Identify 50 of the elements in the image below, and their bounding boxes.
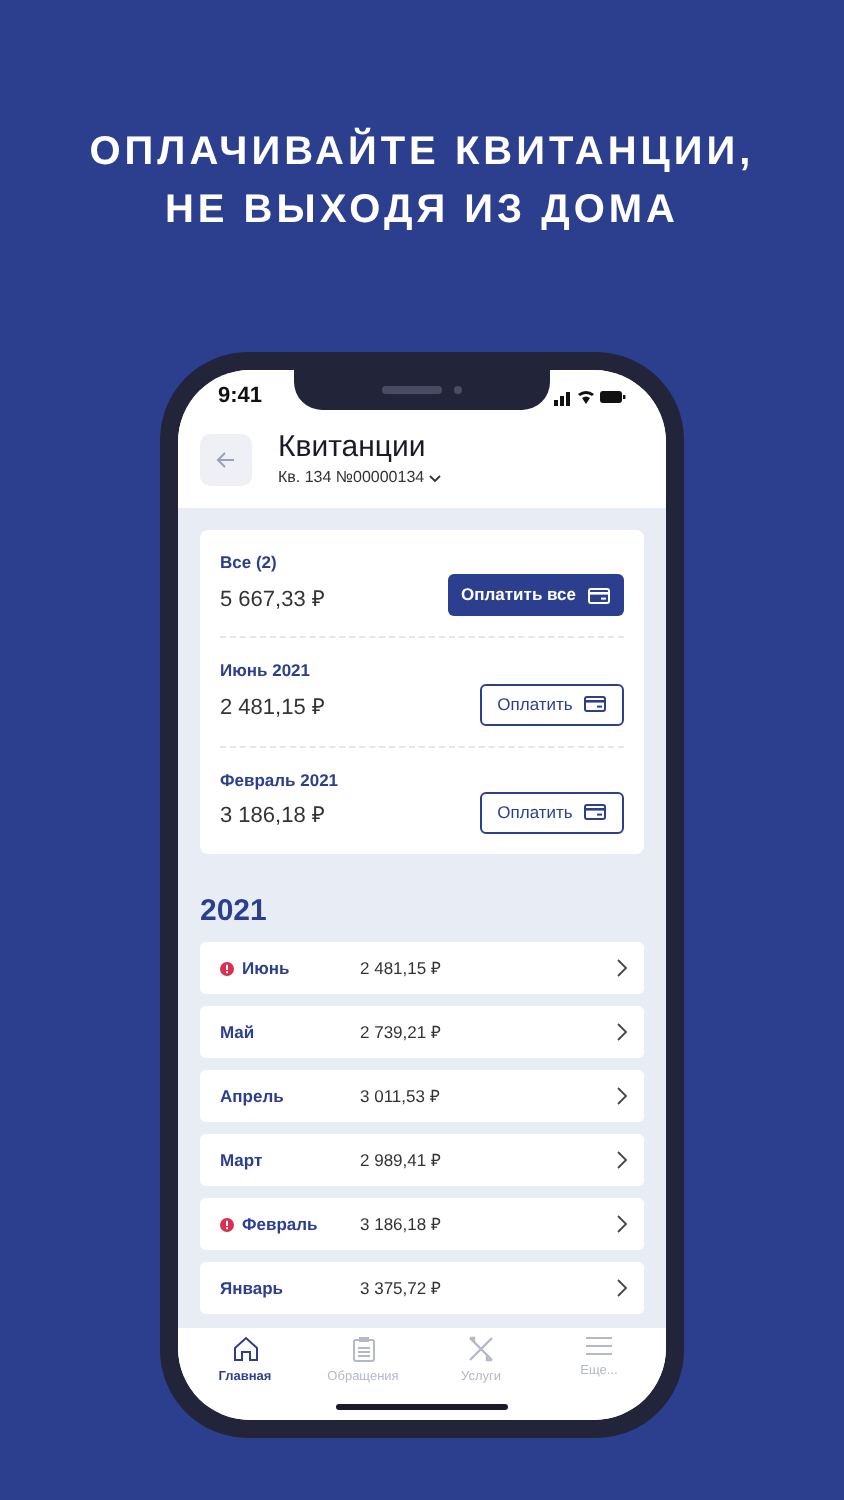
- tools-icon: [468, 1336, 494, 1362]
- month-name: Январь: [220, 1275, 284, 1302]
- month-amount: 3 011,53 ₽: [358, 1083, 442, 1110]
- month-name: Апрель: [220, 1083, 284, 1110]
- month-name: Февраль: [242, 1211, 318, 1238]
- chevron-right-icon: [616, 1278, 628, 1299]
- month-amount: 3 375,72 ₽: [358, 1275, 443, 1302]
- card-icon: [588, 587, 610, 604]
- back-button[interactable]: [200, 434, 252, 486]
- chevron-right-icon: [616, 1150, 628, 1171]
- pay-button[interactable]: Оплатить: [480, 791, 624, 834]
- month-amount: 2 989,41 ₽: [358, 1147, 443, 1174]
- headline: ОПЛАЧИВАЙТЕ КВИТАНЦИИ,: [89, 128, 755, 178]
- month-row[interactable]: Апрель 3 011,53 ₽: [200, 1070, 644, 1123]
- month-row[interactable]: Февраль 3 186,18 ₽: [200, 1198, 644, 1251]
- page-title: Квитанции: [278, 430, 428, 466]
- month-row[interactable]: Январь 3 375,72 ₽: [200, 1262, 644, 1315]
- payment-label: Февраль 2021: [220, 767, 339, 793]
- month-row[interactable]: Июнь 2 481,15 ₽: [200, 942, 644, 995]
- card-icon: [584, 804, 607, 821]
- chevron-right-icon: [616, 1086, 628, 1107]
- month-amount: 2 481,15 ₽: [358, 955, 443, 982]
- card-icon: [584, 696, 607, 712]
- payment-label: Июнь 2021: [220, 658, 312, 684]
- back-arrow-icon: [216, 450, 236, 470]
- status-time: 9:41: [218, 381, 263, 412]
- payment-label: Все (2): [220, 550, 279, 576]
- chevron-right-icon: [616, 1022, 628, 1043]
- chevron-right-icon: [616, 1214, 628, 1235]
- month-name: Май: [220, 1019, 255, 1046]
- month-row[interactable]: Март 2 989,41 ₽: [200, 1134, 644, 1187]
- pay-button[interactable]: Оплатить все: [447, 574, 624, 617]
- month-name: Июнь: [242, 955, 290, 982]
- menu-icon: [586, 1336, 612, 1356]
- payment-amount: 2 481,15 ₽: [220, 694, 324, 724]
- month-row[interactable]: Май 2 739,21 ₽: [200, 1006, 644, 1059]
- chevron-right-icon: [616, 958, 628, 979]
- payment-amount: 5 667,33 ₽: [220, 585, 324, 616]
- month-amount: 2 739,21 ₽: [358, 1019, 443, 1046]
- status-icons: [554, 387, 626, 405]
- account-selector[interactable]: Кв. 134 №00000134: [278, 466, 443, 490]
- chevron-down-icon: [428, 473, 443, 483]
- month-amount: 3 186,18 ₽: [358, 1211, 443, 1238]
- clipboard-icon: [351, 1336, 375, 1362]
- month-name: Март: [220, 1147, 263, 1174]
- year-heading: 2021: [200, 891, 269, 932]
- home-icon: [231, 1336, 259, 1362]
- headline: НЕ ВЫХОДЯ ИЗ ДОМА: [164, 186, 679, 236]
- pay-button[interactable]: Оплатить: [480, 683, 624, 725]
- payment-amount: 3 186,18 ₽: [220, 802, 326, 833]
